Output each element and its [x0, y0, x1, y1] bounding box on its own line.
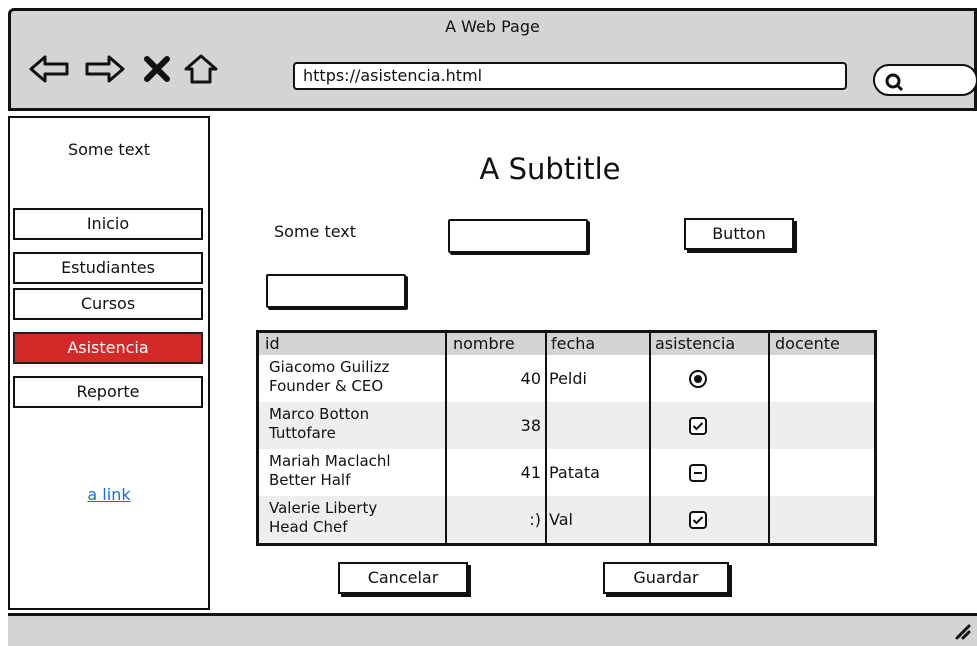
row-fecha: Val: [549, 510, 573, 529]
sidebar-header-text: Some text: [67, 140, 151, 159]
text-input[interactable]: [448, 219, 588, 253]
sidebar-link[interactable]: a link: [10, 485, 208, 504]
sidebar-item-cursos[interactable]: Cursos: [13, 288, 203, 320]
sidebar: Some text Inicio Estudiantes Cursos Asis…: [8, 116, 210, 610]
row-name: Giacomo Guilizz: [269, 358, 390, 376]
row-role: Tuttofare: [269, 424, 336, 442]
column-header-fecha[interactable]: fecha: [547, 333, 595, 355]
resize-grip-icon[interactable]: [953, 622, 971, 640]
second-text-input[interactable]: [266, 274, 406, 308]
row-role: Head Chef: [269, 518, 348, 536]
sidebar-item-asistencia[interactable]: Asistencia: [13, 332, 203, 364]
page-divider: [8, 108, 977, 111]
sidebar-item-estudiantes[interactable]: Estudiantes: [13, 252, 203, 284]
row-role: Founder & CEO: [269, 377, 384, 395]
url-bar[interactable]: https://asistencia.html: [293, 62, 847, 90]
row-nombre: 38: [520, 416, 541, 435]
forward-arrow-icon[interactable]: [83, 51, 127, 87]
table-header: id nombre fecha asistencia docente: [259, 333, 874, 355]
row-fecha: Patata: [549, 463, 600, 482]
row-fecha: Peldi: [549, 369, 587, 388]
row-nombre: 41: [520, 463, 541, 482]
page-subtitle: A Subtitle: [479, 152, 621, 186]
browser-chrome: A Web Page https://asistencia.html: [8, 8, 977, 108]
column-divider: [649, 333, 651, 543]
field-label: Some text: [274, 222, 357, 241]
column-divider: [445, 333, 447, 543]
search-box[interactable]: [873, 64, 977, 96]
table-row[interactable]: Giacomo Guilizz Founder & CEO 40 Peldi: [259, 355, 874, 402]
column-divider: [545, 333, 547, 543]
row-name: Mariah Maclachl: [269, 452, 391, 470]
column-header-docente[interactable]: docente: [771, 333, 840, 355]
row-name: Valerie Liberty: [269, 499, 378, 517]
sidebar-item-reporte[interactable]: Reporte: [13, 376, 203, 408]
row-name-cell: Valerie Liberty Head Chef: [269, 499, 377, 537]
search-icon: [885, 73, 904, 92]
close-icon[interactable]: [135, 51, 179, 87]
row-role: Better Half: [269, 471, 351, 489]
radio-selected-icon[interactable]: [687, 368, 709, 390]
status-bar: [8, 613, 977, 646]
back-arrow-icon[interactable]: [27, 51, 71, 87]
checkbox-checked-icon[interactable]: [687, 509, 709, 531]
column-header-id[interactable]: id: [261, 333, 280, 355]
column-header-asistencia[interactable]: asistencia: [651, 333, 735, 355]
row-nombre: 40: [520, 369, 541, 388]
table-row[interactable]: Marco Botton Tuttofare 38: [259, 402, 874, 449]
action-button[interactable]: Button: [684, 218, 794, 250]
checkbox-checked-icon[interactable]: [687, 415, 709, 437]
row-nombre: :): [529, 510, 541, 529]
table-row[interactable]: Mariah Maclachl Better Half 41 Patata: [259, 449, 874, 496]
row-name-cell: Giacomo Guilizz Founder & CEO: [269, 358, 389, 396]
checkbox-indeterminate-icon[interactable]: [687, 462, 709, 484]
row-name-cell: Marco Botton Tuttofare: [269, 405, 369, 443]
window-title: A Web Page: [445, 17, 540, 36]
column-divider: [768, 333, 770, 543]
cancel-button[interactable]: Cancelar: [338, 562, 468, 594]
row-name: Marco Botton: [269, 405, 370, 423]
sidebar-item-inicio[interactable]: Inicio: [13, 208, 203, 240]
row-name-cell: Mariah Maclachl Better Half: [269, 452, 391, 490]
save-button[interactable]: Guardar: [603, 562, 729, 594]
column-header-nombre[interactable]: nombre: [449, 333, 515, 355]
home-icon[interactable]: [179, 51, 223, 87]
attendance-table: id nombre fecha asistencia docente Giaco…: [256, 330, 877, 546]
table-row[interactable]: Valerie Liberty Head Chef :) Val: [259, 496, 874, 543]
